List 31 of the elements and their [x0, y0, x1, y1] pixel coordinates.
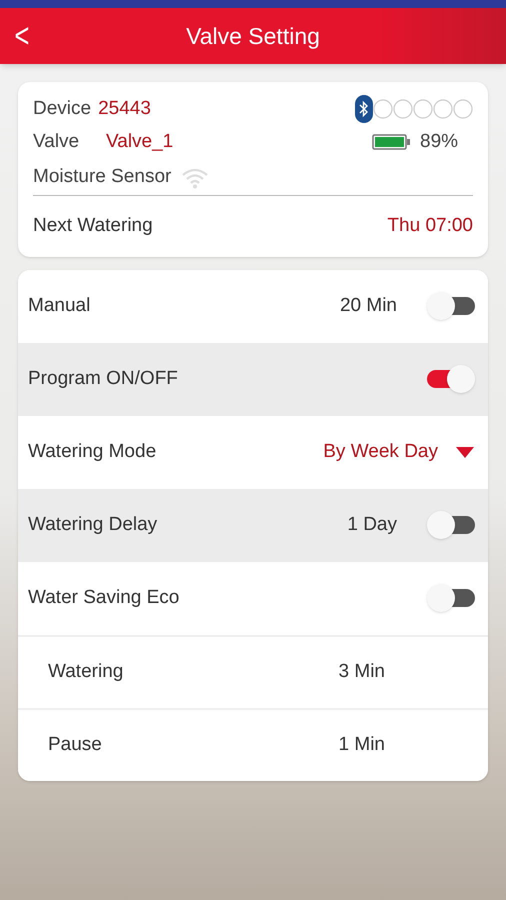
valve-label: Valve: [33, 130, 80, 154]
bluetooth-icon: [355, 95, 373, 123]
battery-icon: [372, 133, 412, 151]
toggle-switch[interactable]: [427, 292, 475, 320]
setting-label: Program ON/OFF: [28, 366, 178, 391]
caret-icon: [455, 446, 475, 458]
setting-value: 1 Day: [347, 512, 397, 537]
setting-label: Watering Mode: [28, 440, 156, 464]
setting-label: Pause: [48, 732, 102, 757]
battery-percent: 89%: [420, 130, 460, 154]
toggle-switch[interactable]: [427, 511, 475, 539]
setting-label: Water Saving Eco: [28, 586, 180, 610]
next-watering-time: Thu 07:00: [387, 214, 473, 238]
valve-name: Valve_1: [106, 130, 174, 154]
setting-value: 3 Min: [338, 660, 385, 684]
device-label: Device: [33, 96, 92, 121]
signal-strength-icon: [373, 99, 473, 119]
device-id: 25443: [98, 96, 151, 121]
back-button[interactable]: <: [13, 16, 31, 56]
setting-value: 20 Min: [340, 294, 397, 318]
setting-label: Watering: [48, 660, 124, 684]
setting-label: Watering Delay: [28, 512, 158, 537]
watering-mode-dropdown[interactable]: By Week Day: [323, 438, 475, 466]
next-watering-label: Next Watering: [33, 214, 153, 238]
sensor-label: Moisture Sensor: [33, 165, 172, 190]
screen-title: Valve Setting: [186, 22, 320, 51]
toggle-switch[interactable]: [427, 365, 475, 393]
toggle-switch[interactable]: [427, 584, 475, 612]
wifi-icon: [181, 166, 210, 188]
setting-label: Manual: [28, 294, 90, 318]
setting-value: 1 Min: [338, 732, 385, 757]
